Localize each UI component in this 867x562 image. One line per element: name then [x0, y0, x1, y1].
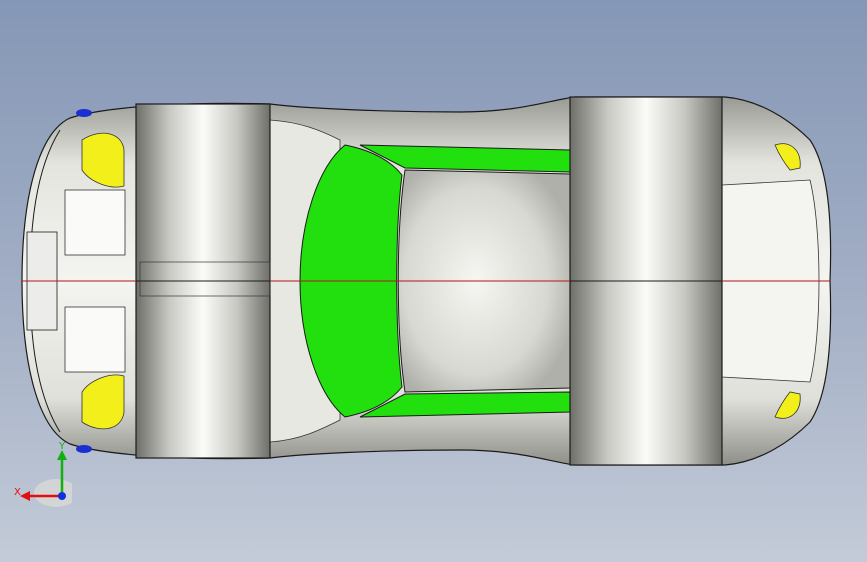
x-axis-label: X	[14, 487, 21, 498]
z-axis	[58, 492, 66, 500]
marker-front-right	[76, 445, 92, 453]
y-axis-label: Y	[58, 441, 66, 452]
front-intake-lower	[64, 306, 126, 373]
axis-triad: X Y	[14, 441, 72, 507]
triad-plane	[34, 479, 72, 507]
front-intake-upper	[64, 189, 126, 256]
car-model-top-view[interactable]	[0, 0, 867, 562]
x-axis-arrow	[20, 491, 30, 501]
marker-front-left	[76, 109, 92, 117]
graphics-viewport[interactable]: X Y	[0, 0, 867, 562]
